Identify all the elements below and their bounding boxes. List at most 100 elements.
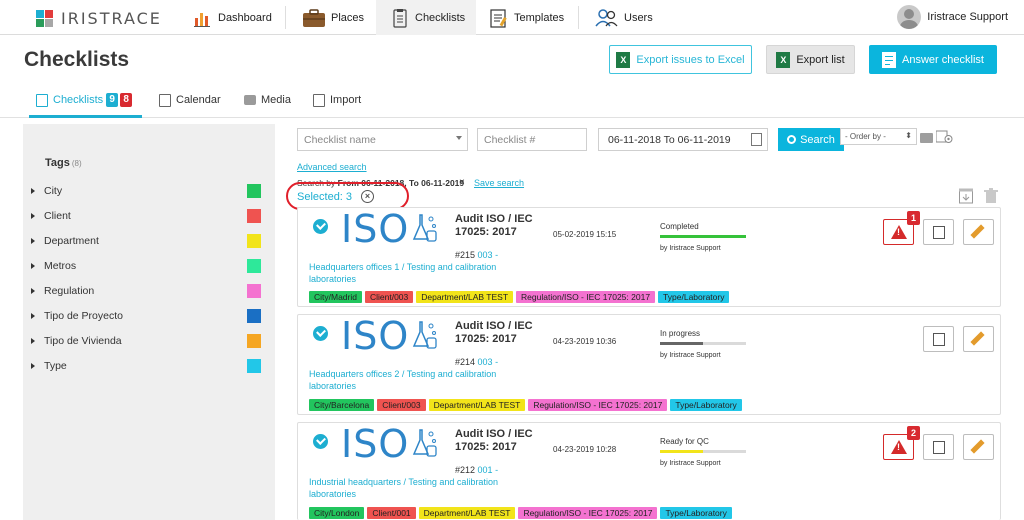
progress-fill bbox=[660, 450, 703, 453]
tag-chip[interactable]: City/London bbox=[309, 507, 365, 519]
tag-chip[interactable]: Department/LAB TEST bbox=[418, 507, 516, 519]
tag-chip[interactable]: Regulation/ISO - IEC 17025: 2017 bbox=[528, 399, 668, 411]
tab-calendar[interactable]: Calendar bbox=[159, 88, 221, 112]
tag-group-client[interactable]: Client bbox=[31, 208, 261, 224]
checklist-number-input[interactable]: Checklist # bbox=[477, 128, 587, 151]
caret-right-icon bbox=[31, 338, 35, 344]
archive-icon[interactable] bbox=[959, 188, 973, 204]
calendar-icon[interactable] bbox=[751, 133, 762, 146]
tag-group-department[interactable]: Department bbox=[31, 233, 261, 249]
flask-icon bbox=[413, 321, 437, 349]
issues-button[interactable]: 2 bbox=[883, 426, 920, 460]
tag-chip[interactable]: City/Barcelona bbox=[309, 399, 375, 411]
export-issues-button[interactable]: X Export issues to Excel bbox=[609, 45, 752, 74]
nav-checklists-label: Checklists bbox=[415, 11, 466, 24]
remove-search-filter-icon[interactable]: × bbox=[459, 177, 465, 188]
nav-checklists[interactable]: Checklists bbox=[376, 0, 476, 35]
card-title[interactable]: Audit ISO / IEC 17025: 2017 bbox=[455, 213, 545, 238]
tag-group-type[interactable]: Type bbox=[31, 358, 261, 374]
avatar bbox=[897, 5, 922, 29]
answer-checklist-icon bbox=[882, 51, 897, 68]
nav-dashboard[interactable]: Dashboard bbox=[193, 0, 277, 35]
checkmark-icon[interactable] bbox=[313, 219, 328, 234]
advanced-search-link[interactable]: Advanced search bbox=[297, 162, 367, 172]
checklist-card[interactable]: ISO Audit ISO / IEC 17025: 2017 #215 003… bbox=[297, 207, 1001, 307]
tag-chip[interactable]: Client/003 bbox=[377, 399, 426, 411]
checkmark-icon[interactable] bbox=[313, 434, 328, 449]
excel-icon: X bbox=[776, 51, 791, 68]
answer-checklist-label: Answer checklist bbox=[902, 53, 984, 66]
tag-group-metros[interactable]: Metros bbox=[31, 258, 261, 274]
export-list-button[interactable]: X Export list bbox=[766, 45, 855, 74]
nav-templates[interactable]: Templates bbox=[489, 0, 569, 35]
folder-icon[interactable] bbox=[920, 133, 933, 143]
signature-icon bbox=[933, 441, 945, 454]
nav-places[interactable]: Places bbox=[302, 0, 372, 35]
caret-right-icon bbox=[31, 263, 35, 269]
tag-chip[interactable]: Type/Laboratory bbox=[670, 399, 742, 411]
card-code[interactable]: 003 - bbox=[478, 250, 499, 260]
card-title[interactable]: Audit ISO / IEC 17025: 2017 bbox=[455, 428, 545, 453]
edit-button[interactable] bbox=[963, 219, 994, 245]
top-navigation: IRISTRACE Dashboard Places Checklists Te… bbox=[0, 0, 1024, 35]
tag-chip[interactable]: Regulation/ISO - IEC 17025: 2017 bbox=[518, 507, 658, 519]
order-by-select[interactable]: - Order by - ⬍ bbox=[840, 128, 917, 145]
card-code[interactable]: 001 - bbox=[478, 465, 499, 475]
iristrace-logo[interactable]: IRISTRACE bbox=[36, 8, 162, 28]
sign-button[interactable] bbox=[923, 434, 954, 460]
tag-color-swatch bbox=[247, 309, 261, 323]
checklist-card[interactable]: ISO Audit ISO / IEC 17025: 2017 #214 003… bbox=[297, 314, 1001, 415]
card-location-link[interactable]: Headquarters offices 2 / Testing and cal… bbox=[309, 369, 519, 392]
save-search-link[interactable]: Save search bbox=[474, 178, 524, 188]
edit-button[interactable] bbox=[963, 326, 994, 352]
tag-group-label: Tipo de Vivienda bbox=[44, 335, 122, 347]
answer-checklist-button[interactable]: Answer checklist bbox=[869, 45, 997, 74]
tag-chip[interactable]: Department/LAB TEST bbox=[428, 399, 526, 411]
checklist-card[interactable]: ISO Audit ISO / IEC 17025: 2017 #212 001… bbox=[297, 422, 1001, 520]
tag-chip[interactable]: Client/001 bbox=[367, 507, 416, 519]
tag-group-label: Tipo de Proyecto bbox=[44, 310, 123, 322]
settings-icon[interactable] bbox=[935, 130, 953, 144]
signature-icon bbox=[933, 333, 945, 346]
card-location-link[interactable]: Industrial headquarters / Testing and ca… bbox=[309, 477, 519, 500]
checkmark-icon[interactable] bbox=[313, 326, 328, 341]
checklist-name-select[interactable]: Checklist name bbox=[297, 128, 468, 151]
chevron-down-icon bbox=[456, 136, 462, 140]
card-title[interactable]: Audit ISO / IEC 17025: 2017 bbox=[455, 320, 545, 345]
nav-templates-label: Templates bbox=[514, 11, 565, 24]
tab-media[interactable]: Media bbox=[244, 88, 291, 112]
date-range-input[interactable]: 06-11-2018 To 06-11-2019 bbox=[598, 128, 768, 151]
users-icon bbox=[595, 8, 619, 28]
trash-icon[interactable] bbox=[984, 188, 998, 204]
iso-logo: ISO bbox=[341, 422, 438, 466]
selected-count-label: Selected: 3 bbox=[297, 190, 353, 203]
tag-chip[interactable]: Client/003 bbox=[364, 291, 414, 303]
tag-group-city[interactable]: City bbox=[31, 183, 261, 199]
logo-mark-icon bbox=[36, 9, 53, 27]
tags-sidebar: Tags (8) City Client Department Metros Re… bbox=[23, 124, 275, 520]
clear-selection-icon[interactable]: × bbox=[361, 190, 375, 203]
tab-import[interactable]: Import bbox=[313, 88, 361, 112]
tag-chip[interactable]: City/Madrid bbox=[309, 291, 362, 303]
user-menu[interactable]: Iristrace Support bbox=[897, 5, 1008, 29]
tag-group-tipo-de-vivienda[interactable]: Tipo de Vivienda bbox=[31, 333, 261, 349]
nav-users[interactable]: Users bbox=[595, 0, 659, 35]
card-number: #212 001 - bbox=[455, 465, 499, 475]
issues-button[interactable]: 1 bbox=[883, 211, 920, 245]
tag-chip[interactable]: Department/LAB TEST bbox=[416, 291, 514, 303]
tag-chip[interactable]: Type/Laboratory bbox=[660, 507, 732, 519]
sign-button[interactable] bbox=[923, 326, 954, 352]
tag-chip[interactable]: Regulation/ISO - IEC 17025: 2017 bbox=[516, 291, 656, 303]
card-code[interactable]: 003 - bbox=[478, 357, 499, 367]
search-button[interactable]: Search bbox=[778, 128, 844, 151]
checklists-count-badge: 9 bbox=[106, 93, 119, 107]
card-location-link[interactable]: Headquarters offices 1 / Testing and cal… bbox=[309, 262, 519, 285]
tag-chip[interactable]: Type/Laboratory bbox=[658, 291, 730, 303]
status-text: In progress bbox=[660, 329, 701, 338]
sign-button[interactable] bbox=[923, 219, 954, 245]
caret-right-icon bbox=[31, 363, 35, 369]
tag-group-tipo-de-proyecto[interactable]: Tipo de Proyecto bbox=[31, 308, 261, 324]
edit-button[interactable] bbox=[963, 434, 994, 460]
tag-group-regulation[interactable]: Regulation bbox=[31, 283, 261, 299]
tab-checklists[interactable]: Checklists 9 8 bbox=[36, 88, 133, 112]
